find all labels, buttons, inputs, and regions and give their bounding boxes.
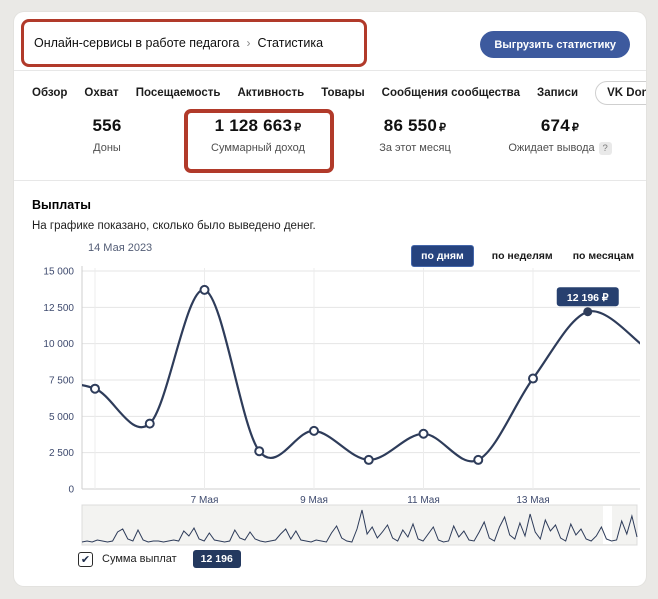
stat-label: Доны (27, 142, 187, 154)
tab-записи[interactable]: Записи (537, 87, 578, 99)
y-axis-tick: 5 000 (49, 412, 74, 423)
legend-label: Сумма выплат (102, 553, 177, 565)
tab-обзор[interactable]: Обзор (32, 87, 67, 99)
brush-selector[interactable] (82, 505, 637, 545)
y-axis-tick: 12 500 (43, 303, 74, 314)
ruble-sign: ₽ (294, 122, 301, 134)
x-axis-tick: 7 Мая (191, 495, 219, 506)
ruble-sign: ₽ (439, 122, 446, 134)
chart-legend: ✔ Сумма выплат 12 196 (78, 550, 241, 568)
x-axis-tick: 13 Мая (516, 495, 549, 506)
stat-1: 1 128 663₽ Суммарный доход (178, 116, 338, 154)
stat-2: 86 550₽ За этот месяц (335, 116, 495, 154)
stat-label: Ожидает вывода? (480, 142, 640, 155)
tab-товары[interactable]: Товары (321, 87, 364, 99)
stat-value: 556 (27, 116, 187, 136)
tabs-bar: Обзор Охват Посещаемость Активность Товары Со… (32, 78, 646, 108)
tab-посещаемость[interactable]: Посещаемость (136, 87, 221, 99)
brush-handle[interactable] (603, 506, 612, 544)
stat-label: Суммарный доход (178, 142, 338, 154)
payouts-title: Выплаты (32, 198, 91, 212)
tab-vk-donut[interactable]: VK Donut (595, 81, 646, 105)
header-divider (14, 70, 646, 71)
ruble-sign: ₽ (572, 122, 579, 134)
stat-label: За этот месяц (335, 142, 495, 154)
active-data-point[interactable] (583, 307, 592, 316)
stat-3: 674₽ Ожидает вывода? (480, 116, 640, 155)
data-point[interactable] (474, 456, 482, 464)
data-point[interactable] (255, 447, 263, 455)
payouts-line (40, 290, 642, 462)
y-axis-tick: 2 500 (49, 448, 74, 459)
stats-divider (14, 180, 646, 181)
y-axis-tick: 10 000 (43, 339, 74, 350)
legend-value-badge: 12 196 (193, 550, 241, 568)
help-icon[interactable]: ? (599, 142, 612, 155)
stat-value: 1 128 663₽ (178, 116, 338, 136)
data-point[interactable] (201, 286, 209, 294)
breadcrumb-community-link[interactable]: Онлайн-сервисы в работе педагога (34, 36, 239, 50)
data-point[interactable] (365, 456, 373, 464)
breadcrumb-separator-icon: › (246, 36, 250, 50)
data-point[interactable] (310, 427, 318, 435)
y-axis-tick: 0 (68, 485, 74, 496)
payouts-line-chart[interactable]: 15 000 12 500 10 000 7 500 5 000 2 500 0 12 196… (14, 262, 646, 552)
stat-value: 86 550₽ (335, 116, 495, 136)
tab-сообщения-сообщества[interactable]: Сообщения сообщества (382, 87, 520, 99)
y-axis-tick: 7 500 (49, 376, 74, 387)
series-sum-payouts (40, 290, 642, 462)
stats-row: 556 Доны 1 128 663₽ Суммарный доход 86 550₽ З… (14, 116, 646, 176)
x-axis-tick: 9 Мая (300, 495, 328, 506)
tab-активность[interactable]: Активность (237, 87, 304, 99)
y-axis-tick: 15 000 (43, 267, 74, 278)
export-statistics-button[interactable]: Выгрузить статистику (480, 31, 630, 58)
data-point[interactable] (420, 430, 428, 438)
breadcrumb: Онлайн-сервисы в работе педагога › Статист… (34, 36, 323, 50)
selected-date-label: 14 Мая 2023 (88, 242, 152, 254)
data-point[interactable] (146, 420, 154, 428)
data-point[interactable] (91, 385, 99, 393)
tooltip-value: 12 196 ₽ (567, 292, 609, 304)
stat-0: 556 Доны (27, 116, 187, 154)
x-axis-tick: 11 Мая (407, 495, 440, 506)
sum-payouts-checkbox[interactable]: ✔ (78, 552, 93, 567)
payouts-subtitle: На графике показано, сколько было выведе… (32, 220, 316, 232)
statistics-card: Онлайн-сервисы в работе педагога › Статист… (14, 12, 646, 586)
tab-охват[interactable]: Охват (84, 87, 118, 99)
breadcrumb-current-page: Статистика (257, 36, 323, 50)
data-point[interactable] (529, 375, 537, 383)
stat-value: 674₽ (480, 116, 640, 136)
